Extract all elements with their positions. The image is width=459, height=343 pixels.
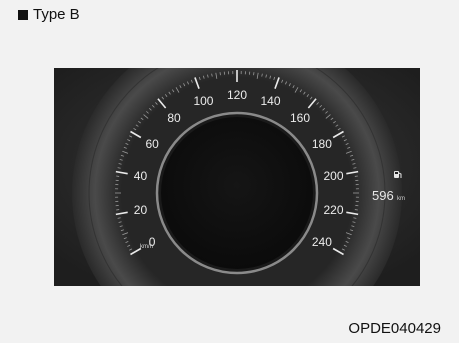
speed-label: 100 (193, 94, 213, 108)
speed-label: 60 (145, 137, 159, 151)
speed-label: 240 (312, 235, 332, 249)
speed-label: 40 (134, 169, 148, 183)
speed-label: 180 (312, 137, 332, 151)
caption-text: Type B (33, 6, 80, 23)
speed-unit-label: km/h (140, 244, 153, 250)
speedometer-gauge: 020406080100 120 140160180200220240 km/h 5… (54, 68, 420, 286)
speed-label: 140 (261, 94, 281, 108)
speed-label: 220 (323, 203, 343, 217)
instrument-cluster-display: 0 20 40 60 80 100 120 140 160 180 200 220 240 km/h 5… (54, 68, 420, 286)
gauge-center-display (161, 117, 313, 269)
image-reference-code: OPDE040429 (348, 320, 441, 337)
speed-label: 20 (134, 203, 148, 217)
figure-caption: Type B (18, 6, 80, 23)
speed-label: 120 (227, 88, 247, 102)
speed-label: 160 (290, 111, 310, 125)
range-unit: km (397, 196, 405, 202)
speed-label: 80 (167, 111, 181, 125)
speed-label: 200 (323, 169, 343, 183)
caption-marker-square-icon (18, 9, 28, 20)
range-value: 596 (372, 188, 394, 203)
